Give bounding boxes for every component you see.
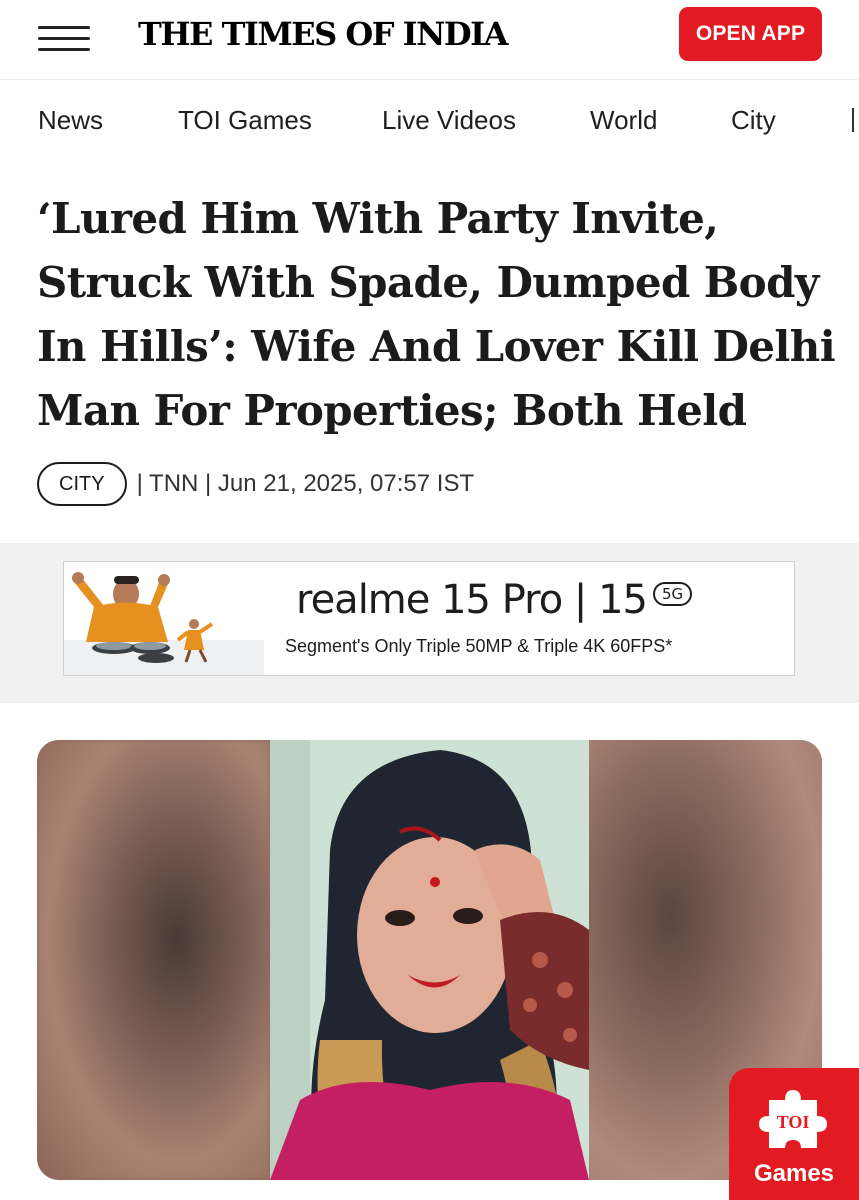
toi-games-label: Games [753,1160,835,1187]
article-headline: ‘Lured Him With Party Invite, Struck Wit… [37,194,836,435]
nav-overflow-edge [852,108,854,132]
category-pill-city[interactable]: CITY [37,462,127,506]
byline-date: | TNN | Jun 21, 2025, 07:57 IST [136,470,475,497]
open-app-button[interactable]: OPEN APP [679,7,822,61]
nav-item-toi-games[interactable]: TOI Games [178,104,312,136]
ad-promo-artwork [64,562,264,675]
toi-games-logo-text: TOI [777,1112,810,1132]
ad-title-text: realme 15 Pro | 15 [296,577,648,623]
toi-games-puzzle-icon: TOI [759,1090,827,1148]
article-meta: CITY | TNN | Jun 21, 2025, 07:57 IST [37,462,474,506]
realme-ad-banner[interactable]: realme 15 Pro | 15 5G Segment's Only Trip… [63,561,795,676]
woman-portrait [270,740,589,1180]
toi-games-floating-button[interactable]: TOI Games [729,1068,859,1200]
nav-item-city[interactable]: City [731,104,776,136]
blurred-background-left [37,740,270,1180]
ad-subtitle: Segment's Only Triple 50MP & Triple 4K 6… [285,636,673,656]
top-header: THE TIMES OF INDIA OPEN APP [0,0,859,80]
nav-item-world[interactable]: World [590,104,657,136]
menu-icon[interactable] [38,24,90,54]
ad-title: realme 15 Pro | 15 5G [296,576,693,624]
article-hero-image[interactable] [37,740,822,1180]
ad-5g-badge: 5G [652,582,693,606]
nav-item-live-videos[interactable]: Live Videos [382,104,516,136]
portrait-illustration [270,740,589,1180]
section-nav: News TOI Games Live Videos World City [0,80,859,160]
site-logo[interactable]: THE TIMES OF INDIA [138,14,508,54]
nav-item-news[interactable]: News [38,104,103,136]
